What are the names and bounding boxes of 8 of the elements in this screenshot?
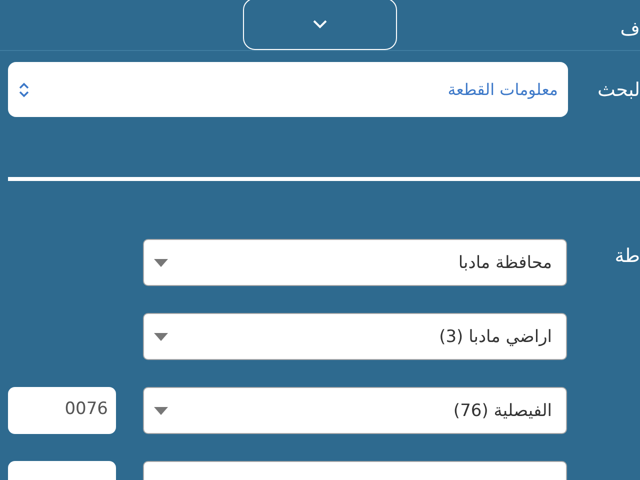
- dropdown[interactable]: الفيصلية (76): [143, 387, 567, 434]
- field-label: ف: [620, 18, 640, 40]
- search-select[interactable]: معلومات القطعة: [8, 62, 568, 117]
- field-label: لبحث: [598, 78, 640, 100]
- field-label: طة: [614, 245, 640, 267]
- dropdown[interactable]: اراضي مادبا (3): [143, 313, 567, 360]
- dropdown[interactable]: محافظة مادبا: [143, 239, 567, 286]
- input-field[interactable]: 0076: [8, 387, 116, 434]
